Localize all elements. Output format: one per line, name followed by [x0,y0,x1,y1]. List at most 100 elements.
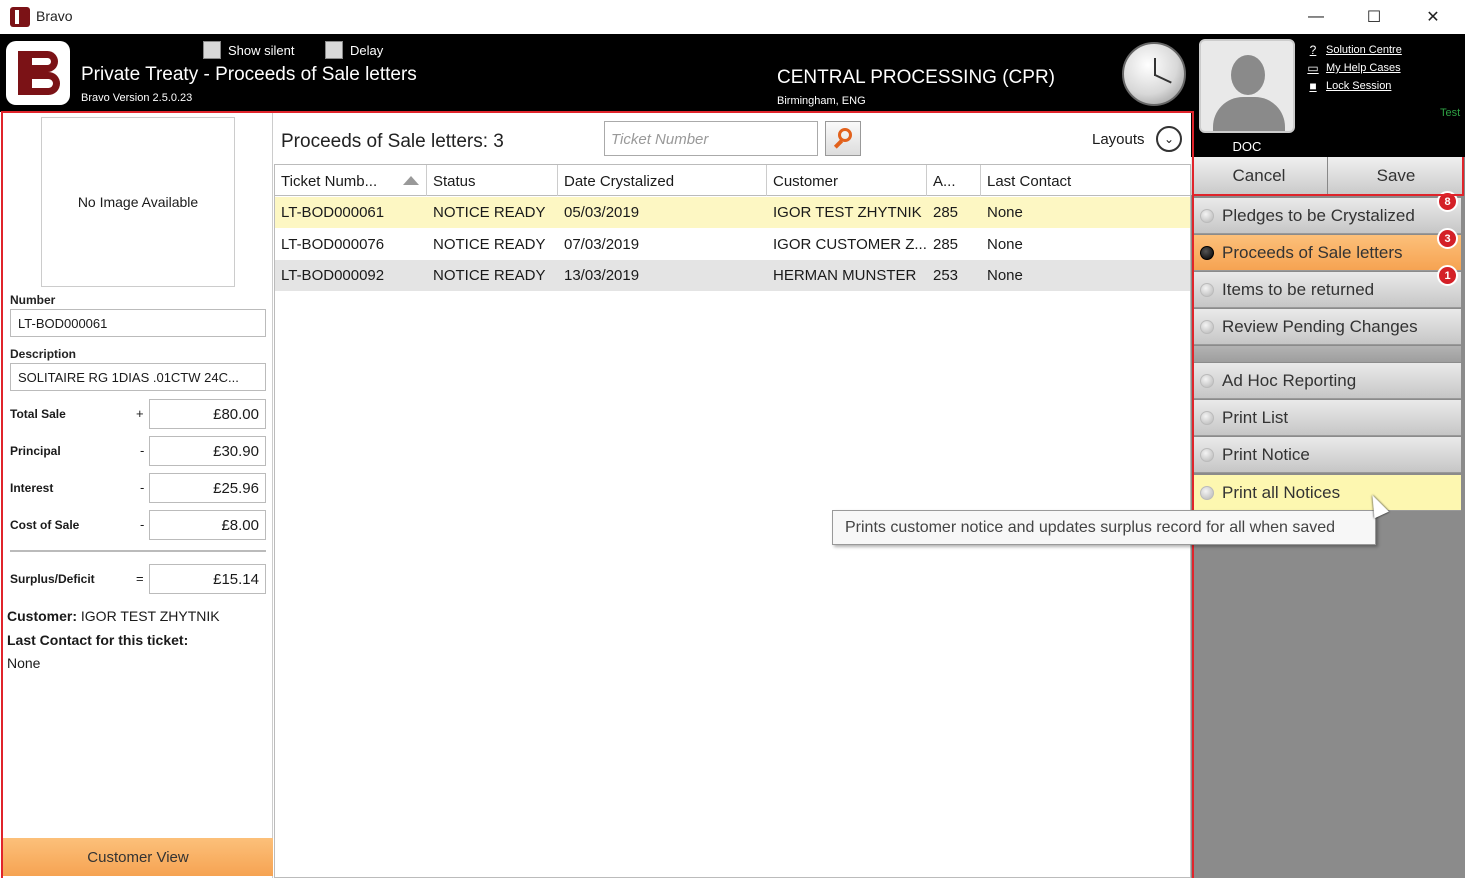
interest-field[interactable]: £25.96 [149,473,266,503]
action-print-notice[interactable]: Print Notice [1192,437,1461,473]
surplus-row: Surplus/Deficit = £15.14 [10,564,266,594]
customer-view-button[interactable]: Customer View [3,838,273,876]
count-badge: 8 [1437,191,1458,212]
table-cell: NOTICE READY [433,204,546,221]
sort-ascending-icon [403,176,419,185]
table-row[interactable]: LT-BOD000076 NOTICE READY 07/03/2019 IGOR C… [275,228,1190,260]
table-header: Ticket Numb... Status Date Crystalized C… [275,165,1190,196]
customer-info: Customer: IGOR TEST ZHYTNIK [7,608,220,624]
action-buttons: Cancel Save [1191,157,1465,195]
radio-dot-icon [1200,208,1214,223]
window-titlebar: Bravo — ☐ ✕ [0,0,1465,33]
maximize-button[interactable]: ☐ [1345,0,1403,33]
chevron-down-icon[interactable]: ⌄ [1156,126,1182,152]
column-header-customer[interactable]: Customer [767,165,927,196]
radio-dot-icon [1200,319,1214,334]
checkbox-icon [203,41,221,59]
cancel-button[interactable]: Cancel [1191,157,1328,195]
number-field[interactable]: LT-BOD000061 [10,309,266,337]
user-name: DOC [1232,139,1262,154]
ticket-number-search-input[interactable]: Ticket Number [604,121,818,156]
version-label: Bravo Version 2.5.0.23 [81,92,193,104]
last-contact-value: None [7,655,41,671]
customer-name: IGOR TEST ZHYTNIK [80,608,220,624]
radio-dot-icon [1200,447,1214,462]
table-cell: LT-BOD000061 [281,204,385,221]
table-cell: None [987,267,1023,284]
table-cell: 05/03/2019 [564,204,640,221]
radio-dot-icon [1200,410,1214,425]
action-print-all-notices[interactable]: Print all Notices [1192,475,1461,511]
description-label: Description [10,347,77,361]
folder-icon: ▭ [1307,61,1319,75]
radio-dot-icon [1200,282,1214,297]
help-links: ? Solution Centre ▭ My Help Cases ■ Lock… [1306,41,1402,95]
panel-separator [1192,346,1461,362]
user-avatar[interactable] [1199,39,1295,133]
radio-dot-icon [1200,373,1214,388]
queue-item-proceeds[interactable]: Proceeds of Sale letters 3 [1192,228,1461,271]
list-title: Proceeds of Sale letters: 3 [281,131,504,152]
clock-icon [1122,42,1186,106]
lock-session-link[interactable]: ■ Lock Session [1306,77,1402,95]
column-header-status[interactable]: Status [427,165,558,196]
principal-field[interactable]: £30.90 [149,436,266,466]
description-field[interactable]: SOLITAIRE RG 1DIAS .01CTW 24C... [10,363,266,391]
principal-row: Principal - £30.90 [10,436,266,466]
table-cell: 285 [933,235,959,253]
solution-centre-link[interactable]: ? Solution Centre [1306,41,1402,59]
column-header-last-contact[interactable]: Last Contact [981,165,1190,196]
table-cell: NOTICE READY [433,235,546,253]
surplus-field[interactable]: £15.14 [149,564,266,594]
last-contact-label: Last Contact for this ticket: [7,632,189,648]
table-cell: NOTICE READY [433,267,546,284]
queue-item-pledges[interactable]: Pledges to be Crystalized 8 [1192,191,1461,234]
layouts-label: Layouts [1092,131,1145,148]
action-ad-hoc-reporting[interactable]: Ad Hoc Reporting [1192,363,1461,399]
total-sale-row: Total Sale + £80.00 [10,399,266,429]
table-cell: IGOR CUSTOMER Z... [773,235,927,253]
table-cell: 07/03/2019 [564,235,640,253]
app-icon [10,7,30,27]
number-label: Number [10,293,56,307]
table-cell: IGOR TEST ZHYTNIK [773,204,922,221]
search-button[interactable] [825,121,861,156]
lock-icon: ■ [1309,79,1317,93]
delay-checkbox[interactable]: Delay [325,41,383,59]
cost-of-sale-row: Cost of Sale - £8.00 [10,510,266,540]
column-header-date-crystalized[interactable]: Date Crystalized [558,165,767,196]
ticket-list-panel: Proceeds of Sale letters: 3 Ticket Numbe… [274,113,1191,878]
question-icon: ? [1309,43,1317,57]
table-cell: None [987,235,1023,253]
table-cell: HERMAN MUNSTER [773,267,917,284]
table-cell: None [987,204,1023,221]
my-help-cases-link[interactable]: ▭ My Help Cases [1306,59,1402,77]
environment-tag: Test [1440,107,1461,119]
table-row[interactable]: LT-BOD000092 NOTICE READY 13/03/2019 HERMAN… [275,260,1190,291]
interest-row: Interest - £25.96 [10,473,266,503]
item-image-placeholder: No Image Available [41,117,235,287]
column-header-a[interactable]: A... [927,165,981,196]
cost-of-sale-field[interactable]: £8.00 [149,510,266,540]
page-title: Private Treaty - Proceeds of Sale letter… [81,64,417,85]
delay-label: Delay [350,42,384,58]
table-cell: 253 [933,267,959,284]
radio-dot-icon [1200,245,1214,260]
action-print-list[interactable]: Print List [1192,400,1461,436]
divider [10,550,266,552]
tooltip: Prints customer notice and updates surpl… [832,510,1376,545]
minimize-button[interactable]: — [1287,0,1345,33]
total-sale-field[interactable]: £80.00 [149,399,266,429]
show-silent-checkbox[interactable]: Show silent [203,41,294,59]
queue-item-review-pending[interactable]: Review Pending Changes [1192,309,1461,345]
table-row[interactable]: LT-BOD000061 NOTICE READY 05/03/2019 IGOR T… [275,197,1190,228]
bravo-logo [6,41,70,105]
table-cell: 13/03/2019 [564,267,640,284]
item-detail-panel: No Image Available Number LT-BOD000061 D… [3,113,273,878]
radio-dot-icon [1200,485,1214,500]
table-cell: LT-BOD000076 [281,235,385,253]
close-button[interactable]: ✕ [1404,0,1462,33]
queue-item-items-returned[interactable]: Items to be returned 1 [1192,265,1461,308]
save-button[interactable]: Save [1328,157,1465,195]
count-badge: 1 [1437,265,1458,286]
